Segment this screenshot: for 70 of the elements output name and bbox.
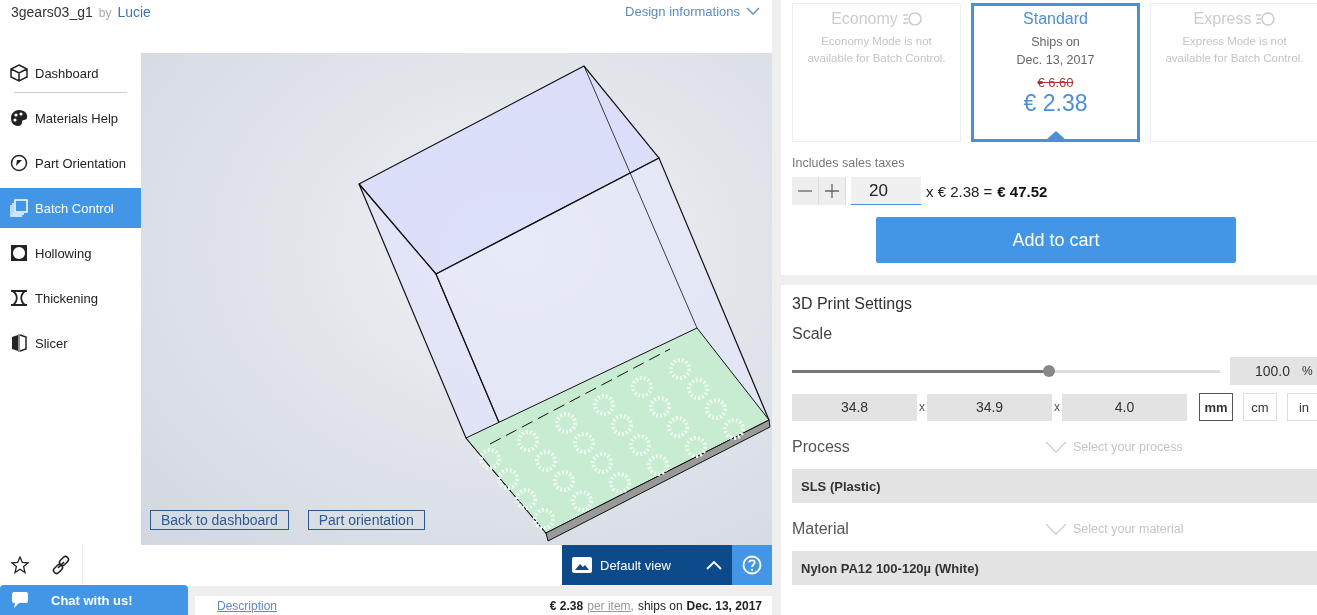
stacked-squares-icon xyxy=(10,199,28,217)
shipping-option[interactable]: Standard Ships on Dec. 13, 2017 € 6.60 € 2.38 xyxy=(971,3,1140,142)
increase-button[interactable] xyxy=(819,177,846,205)
viewer-button[interactable]: Back to dashboard xyxy=(150,510,289,530)
help-button[interactable] xyxy=(732,545,772,585)
help-icon xyxy=(742,555,762,575)
selection-pointer xyxy=(1045,131,1066,140)
option-price: € 2.38 xyxy=(1023,90,1088,117)
favorite-button[interactable] xyxy=(11,556,29,574)
palette-icon xyxy=(10,109,28,127)
sidebar-item[interactable]: Slicer xyxy=(0,323,141,363)
decrease-button[interactable] xyxy=(792,177,819,205)
price-formula: x € 2.38 = xyxy=(926,182,993,200)
sidebar-item[interactable]: Thickening xyxy=(0,278,141,318)
split-panel-icon xyxy=(10,334,28,352)
unit-button[interactable]: cm xyxy=(1243,393,1277,421)
design-title: 3gears03_g1 xyxy=(11,4,93,20)
select-field[interactable]: Nylon PA12 100-120µ (White) xyxy=(792,551,1317,585)
ships-on-label: ships on xyxy=(637,598,683,613)
share-link-button[interactable] xyxy=(51,555,71,575)
old-price: € 6.60 xyxy=(1037,75,1074,90)
total-price: € 47.52 xyxy=(997,182,1048,200)
times-sign: x xyxy=(1053,400,1061,414)
cube-icon xyxy=(10,64,28,82)
caret-up-icon xyxy=(706,560,722,570)
select-field[interactable]: SLS (Plastic) xyxy=(792,469,1317,503)
chevron-down-icon xyxy=(1045,441,1067,453)
ships-on-label: Ships on xyxy=(1031,34,1080,51)
star-icon xyxy=(11,556,29,574)
option-name: Standard xyxy=(1023,10,1088,28)
chain-link-icon xyxy=(51,555,71,575)
beam-icon xyxy=(10,289,28,307)
settings-title: 3D Print Settings xyxy=(792,295,914,313)
sidebar-item[interactable]: Part Orientation xyxy=(0,143,141,183)
viewer-button[interactable]: Part orientation xyxy=(307,510,425,530)
tax-note: Includes sales taxes xyxy=(792,156,906,170)
unavailable-message: Economy Mode is not available for Batch Control. xyxy=(806,34,947,66)
by-label: by xyxy=(98,6,112,20)
author-link[interactable]: Lucie xyxy=(117,4,151,20)
description-link[interactable]: Description xyxy=(217,598,278,613)
chevron-down-icon xyxy=(1045,523,1067,535)
slider-thumb[interactable] xyxy=(1042,364,1055,377)
scale-label: Scale xyxy=(792,325,834,343)
default-view-button[interactable]: Default view xyxy=(562,545,732,585)
select-label: Material xyxy=(792,520,850,538)
dimension-field[interactable]: 34.9 xyxy=(927,393,1052,421)
unavailable-message: Express Mode is not available for Batch Control. xyxy=(1164,34,1305,66)
compass-icon xyxy=(10,154,28,172)
unit-button[interactable]: mm xyxy=(1199,393,1233,421)
sidebar-item[interactable]: Materials Help xyxy=(0,98,141,138)
speech-bubble-icon xyxy=(11,591,29,609)
per-item-label: per item, xyxy=(587,598,634,613)
scale-percent-field[interactable]: 100.0 xyxy=(1230,357,1296,385)
chevron-down-icon xyxy=(746,7,760,16)
unit-button[interactable]: in xyxy=(1287,393,1317,421)
hollow-square-icon xyxy=(10,244,28,262)
design-info-link[interactable]: Design informations xyxy=(625,4,760,19)
dimension-field[interactable]: 34.8 xyxy=(792,393,917,421)
sidebar-item[interactable]: Hollowing xyxy=(0,233,141,273)
select-label: Process xyxy=(792,438,851,456)
image-icon xyxy=(572,557,592,573)
dimension-field[interactable]: 4.0 xyxy=(1062,393,1187,421)
quantity-field[interactable]: 20 xyxy=(851,177,921,205)
times-sign: x xyxy=(918,400,926,414)
sidebar-item[interactable]: Dashboard xyxy=(0,53,141,93)
plus-icon xyxy=(825,184,839,198)
ship-date: Dec. 13, 2017 xyxy=(686,598,762,613)
item-price: € 2.38 xyxy=(549,598,584,613)
percent-unit: % xyxy=(1296,357,1317,385)
ship-date: Dec. 13, 2017 xyxy=(1016,52,1095,69)
